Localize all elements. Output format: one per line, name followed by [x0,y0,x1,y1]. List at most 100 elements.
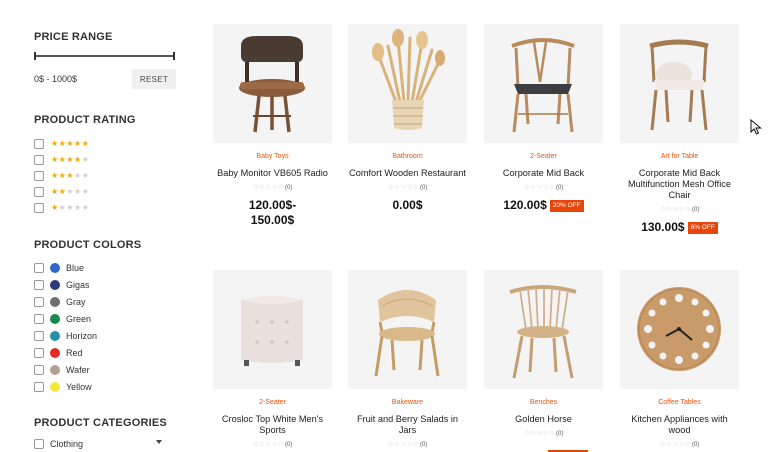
product-price: 120.00$- [248,198,297,212]
price-slider-track[interactable] [34,55,175,57]
product-card[interactable]: Coffee Tables Kitchen Appliances with wo… [620,270,739,449]
product-price: 0.00$ [392,198,423,212]
price-row: 120.00$ 20% OFF [484,198,603,213]
product-category[interactable]: 2-Seater [484,153,603,162]
empty-stars-icon: ☆☆☆☆☆ [659,206,692,213]
product-category[interactable]: Coffee Tables [620,399,739,408]
product-rating: ☆☆☆☆☆(0) [620,441,739,449]
price-slider-max-handle[interactable] [173,52,175,60]
empty-stars-icon: ☆☆☆☆☆ [523,430,556,437]
product-rating: ☆☆☆☆☆(0) [348,184,467,192]
product-card[interactable]: Art for Table Corporate Mid Back Multifu… [620,24,739,235]
rating-1-checkbox[interactable] [34,203,44,213]
color-checkbox[interactable] [34,364,44,375]
reset-button[interactable]: RESET [132,69,176,89]
color-option-red[interactable]: Red [34,344,97,361]
category-option-clothing[interactable]: Clothing [34,437,164,451]
product-name[interactable]: Crosloc Top White Men's Sports [213,414,332,436]
color-checkbox[interactable] [34,381,44,392]
color-option-green[interactable]: Green [34,310,97,327]
color-checkbox[interactable] [34,296,44,307]
rating-option-4[interactable]: ★★★★★ [34,152,89,168]
product-rating: ☆☆☆☆☆(0) [484,430,603,438]
price-range-slider[interactable] [34,52,175,60]
product-name[interactable]: Corporate Mid Back [484,168,603,179]
color-option-horizon[interactable]: Horizon [34,327,97,344]
color-option-blue[interactable]: Blue [34,259,97,276]
product-card[interactable]: Benches Golden Horse ☆☆☆☆☆(0) [484,270,603,438]
category-checkbox[interactable] [34,439,44,449]
rating-filter-list: ★★★★★ ★★★★★ ★★★★★ ★★★★★ ★★★★★ [34,136,89,216]
color-swatch [50,381,60,392]
product-card[interactable]: 2-Seater Crosloc Top White Men's Sports … [213,270,332,449]
product-category[interactable]: Baby Toys [213,153,332,162]
rating-option-2[interactable]: ★★★★★ [34,184,89,200]
product-categories-title: PRODUCT CATEGORIES [34,417,167,429]
wishbone-chair-image [511,38,575,133]
empty-stars-icon: ☆☆☆☆☆ [387,184,420,191]
product-name[interactable]: Fruit and Berry Salads in Jars [348,414,467,436]
color-option-wafer[interactable]: Wafer [34,361,97,378]
price-range-value: 0$ - 1000$ [34,74,78,84]
dining-chair-image [649,39,709,131]
three-star-rating-icon: ★★★★★ [51,171,90,180]
product-card[interactable]: Bathroom Comfort Wooden Restaurant ☆☆☆☆☆… [348,24,467,213]
product-name[interactable]: Corporate Mid Back Multifunction Mesh Of… [620,168,739,201]
color-checkbox[interactable] [34,347,44,358]
cane-armchair-image [374,290,440,377]
color-checkbox[interactable] [34,279,44,290]
color-label: Gigas [66,279,90,290]
product-price: 130.00$ [641,220,685,234]
product-name[interactable]: Kitchen Appliances with wood [620,414,739,436]
product-image[interactable] [620,24,739,143]
product-name[interactable]: Golden Horse [484,414,603,425]
rating-3-checkbox[interactable] [34,171,44,181]
product-category[interactable]: Benches [484,399,603,408]
product-image[interactable] [620,270,739,389]
product-image[interactable] [348,270,467,389]
rating-option-1[interactable]: ★★★★★ [34,200,89,216]
mouse-pointer-icon [750,119,762,135]
color-checkbox[interactable] [34,330,44,341]
color-option-gigas[interactable]: Gigas [34,276,97,293]
product-category[interactable]: Bakeware [348,399,467,408]
product-image[interactable] [484,270,603,389]
product-image[interactable] [484,24,603,143]
product-name[interactable]: Comfort Wooden Restaurant [348,168,467,179]
rating-count: (0) [556,185,564,191]
empty-stars-icon: ☆☆☆☆☆ [252,441,285,448]
product-image[interactable] [348,24,467,143]
product-image[interactable] [213,24,332,143]
color-label: Yellow [66,381,92,392]
product-category[interactable]: 2-Seater [213,399,332,408]
rating-count: (0) [692,442,700,448]
product-category[interactable]: Bathroom [348,153,467,162]
color-label: Green [66,313,92,324]
product-name[interactable]: Baby Monitor VB605 Radio [213,168,332,179]
product-card[interactable]: Baby Toys Baby Monitor VB605 Radio ☆☆☆☆☆… [213,24,332,228]
product-category[interactable]: Art for Table [620,153,739,162]
product-card[interactable]: 2-Seater Corporate Mid Back ☆☆☆☆☆(0) 120… [484,24,603,213]
rating-2-checkbox[interactable] [34,187,44,197]
color-swatch [50,347,60,358]
wooden-utensils-image [372,29,445,130]
product-image[interactable] [213,270,332,389]
spindle-chair-image [509,285,577,379]
color-option-yellow[interactable]: Yellow [34,378,97,395]
product-rating: ☆☆☆☆☆(0) [620,206,739,214]
color-option-gray[interactable]: Gray [34,293,97,310]
rating-4-checkbox[interactable] [34,155,44,165]
rating-option-3[interactable]: ★★★★★ [34,168,89,184]
product-card[interactable]: Bakeware Fruit and Berry Salads in Jars … [348,270,467,449]
color-checkbox[interactable] [34,262,44,273]
rating-count: (0) [285,185,293,191]
rating-5-checkbox[interactable] [34,139,44,149]
color-swatch [50,262,60,273]
color-label: Blue [66,262,85,273]
price-slider-min-handle[interactable] [34,52,36,60]
chevron-down-icon[interactable] [156,440,162,444]
product-rating: ☆☆☆☆☆(0) [348,441,467,449]
color-checkbox[interactable] [34,313,44,324]
rating-option-5[interactable]: ★★★★★ [34,136,89,152]
empty-stars-icon: ☆☆☆☆☆ [659,441,692,448]
